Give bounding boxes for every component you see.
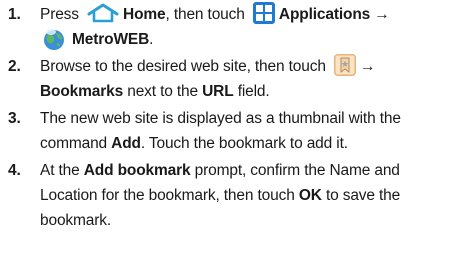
add-bookmark-label: Add bookmark [83, 162, 191, 179]
ok-label: OK [298, 187, 322, 204]
step-text: Location for the bookmark, then touch [40, 187, 299, 204]
bookmarks-label: Bookmarks [40, 83, 124, 100]
step-number: 4. [8, 162, 21, 179]
step-text: Browse to the desired web site, then tou… [40, 58, 326, 75]
home-label: Home [123, 6, 166, 23]
add-label: Add [111, 135, 141, 152]
step-text: The new web site is displayed as a thumb… [40, 110, 401, 127]
step-text: field. [233, 83, 270, 100]
step-text: Press [40, 6, 79, 23]
step-text: to save the [321, 187, 401, 204]
step-1: 1. Press Home, then touch Applications → [4, 1, 466, 52]
step-number: 3. [8, 110, 21, 127]
bookmark-star-icon [333, 53, 356, 76]
applications-grid-icon [252, 1, 275, 24]
step-text: command [40, 135, 112, 152]
arrow-text: → [359, 58, 376, 75]
step-number: 2. [8, 58, 21, 75]
step-4: 4. At the Add bookmark prompt, confirm t… [4, 158, 466, 233]
step-2: 2. Browse to the desired web site, then … [4, 53, 466, 104]
metroweb-label: MetroWEB [72, 31, 150, 48]
step-text: next to the [123, 83, 203, 100]
instruction-steps: 1. Press Home, then touch Applications → [4, 1, 466, 235]
metroweb-globe-icon [42, 27, 66, 51]
step-text: At the [40, 162, 84, 179]
step-text: bookmark. [40, 212, 112, 229]
step-number: 1. [8, 6, 21, 23]
step-text: , then touch [165, 6, 245, 23]
step-text: . [149, 31, 154, 48]
step-3: 3. The new web site is displayed as a th… [4, 106, 466, 156]
applications-label: Applications → [278, 6, 390, 23]
step-text: . Touch the bookmark to add it. [140, 135, 348, 152]
url-label: URL [202, 83, 234, 100]
step-text: prompt, confirm the Name and [190, 162, 400, 179]
home-icon [87, 3, 119, 23]
